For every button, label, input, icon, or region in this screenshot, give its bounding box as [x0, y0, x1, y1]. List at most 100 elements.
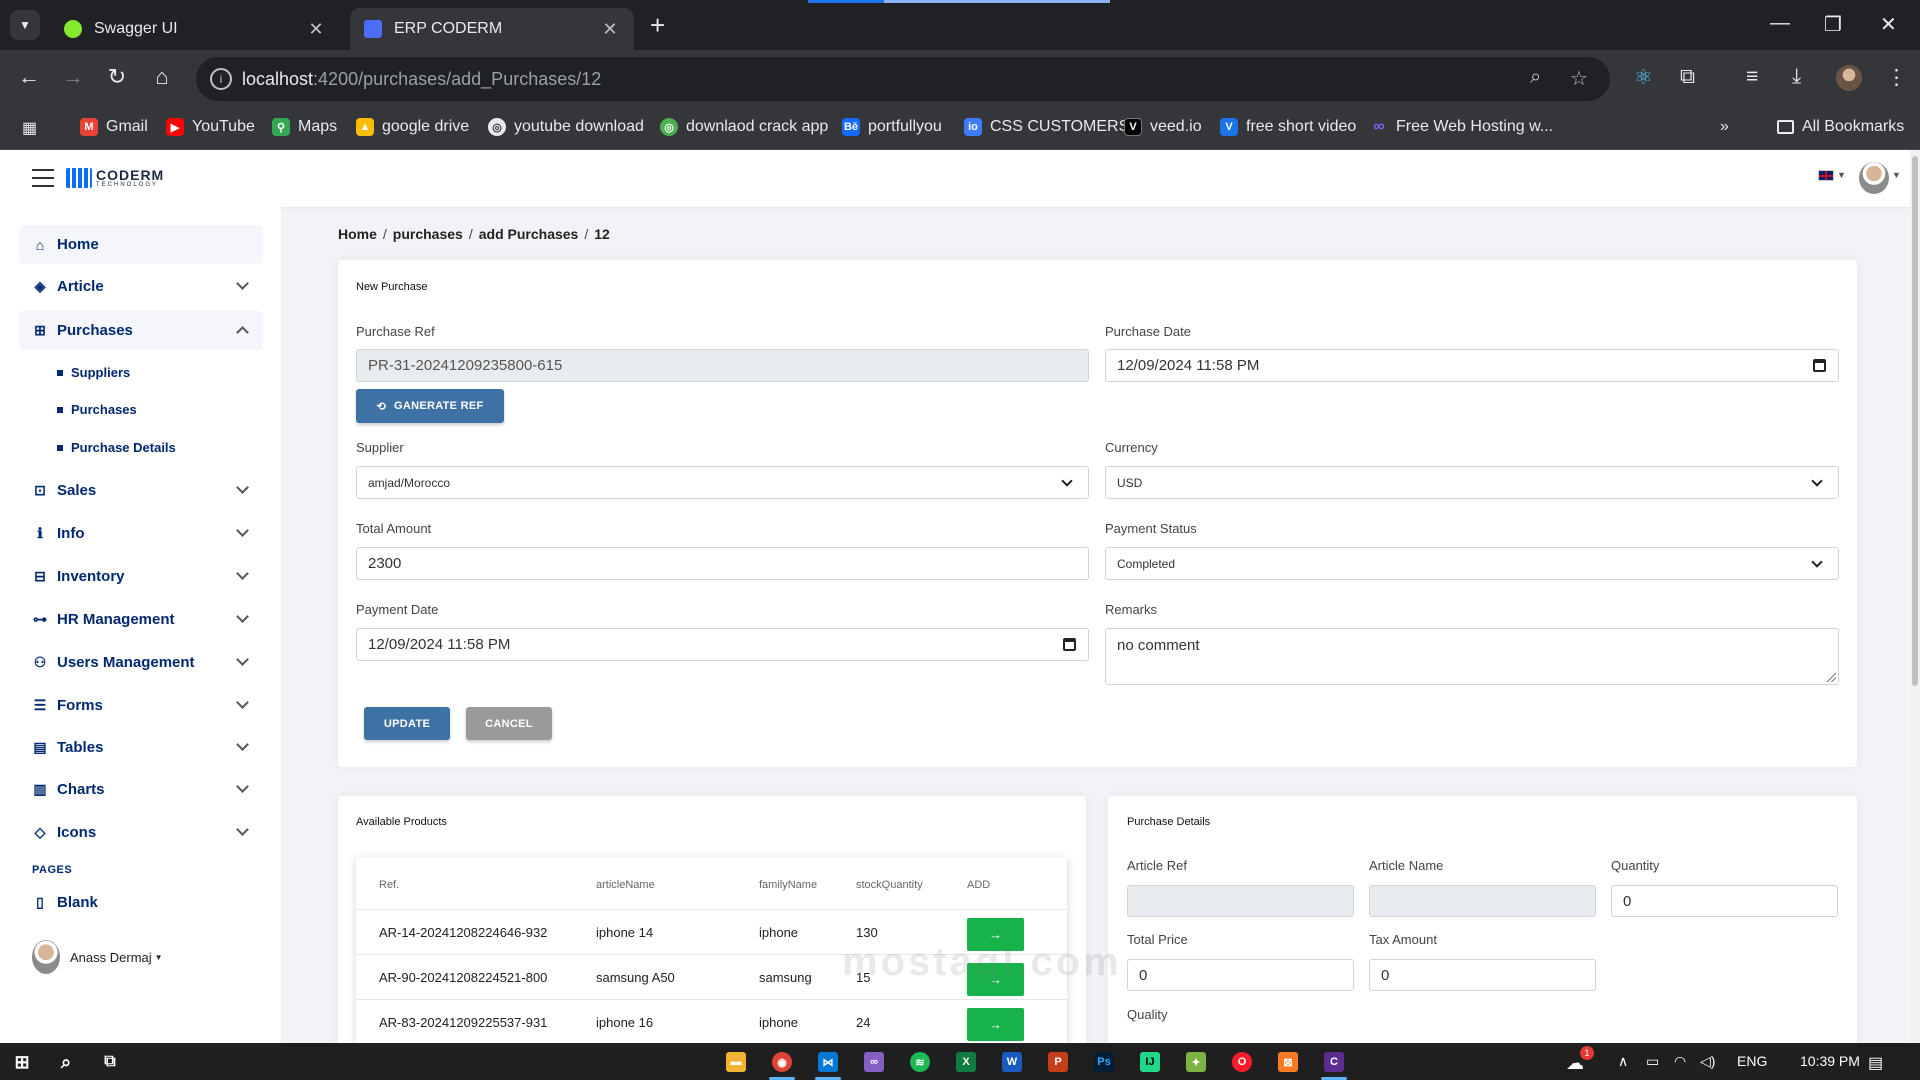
extensions-icon[interactable]: ⧉: [1680, 65, 1695, 89]
sidebar-item-sales[interactable]: ⊡ Sales: [19, 471, 263, 510]
bookmark-css-customers[interactable]: io CSS CUSTOMERS: [964, 118, 1129, 136]
sidebar-item-charts[interactable]: ▥ Charts: [19, 770, 263, 809]
download-icon[interactable]: ⤓: [1792, 65, 1801, 89]
back-icon[interactable]: ←: [14, 64, 44, 90]
extension-react-icon[interactable]: ⚛: [1634, 65, 1653, 90]
search-icon[interactable]: ⌕: [56, 1052, 76, 1072]
purchase-ref-input[interactable]: PR-31-20241209235800-615: [356, 349, 1089, 382]
tax-amount-input[interactable]: 0: [1369, 959, 1596, 991]
coderm-logo[interactable]: CODERM TECHNOLOGY: [66, 168, 164, 188]
xampp-icon[interactable]: ⊠: [1278, 1052, 1298, 1072]
total-amount-input[interactable]: 2300: [356, 547, 1089, 580]
currency-select[interactable]: USD: [1105, 466, 1839, 499]
generate-ref-button[interactable]: ⟲ GANERATE REF: [356, 389, 504, 423]
windows-start-icon[interactable]: ⊞: [12, 1052, 32, 1072]
uk-flag-icon[interactable]: [1818, 170, 1834, 181]
powerpoint-icon[interactable]: P: [1048, 1052, 1068, 1072]
payment-date-input[interactable]: 12/09/2024 11:58 PM: [356, 628, 1089, 661]
remarks-textarea[interactable]: no comment: [1105, 628, 1839, 685]
apps-grid-icon[interactable]: ▦: [22, 118, 37, 138]
close-tab-icon[interactable]: ✕: [306, 19, 326, 40]
quantity-input[interactable]: 0: [1611, 885, 1838, 917]
sidebar-item-purchases[interactable]: ⊞ Purchases: [19, 311, 263, 350]
all-bookmarks[interactable]: All Bookmarks: [1777, 118, 1904, 136]
sidebar-user[interactable]: Anass Dermaj ▼: [32, 940, 163, 974]
update-button[interactable]: UPDATE: [364, 707, 450, 740]
sidebar-item-home[interactable]: ⌂ Home: [19, 225, 263, 264]
sidebar-item-forms[interactable]: ☰ Forms: [19, 686, 263, 725]
hamburger-menu-icon[interactable]: [32, 169, 54, 187]
close-window-icon[interactable]: ✕: [1880, 12, 1897, 37]
browser-tab-erp[interactable]: ERP CODERM ✕: [350, 8, 634, 50]
article-ref-input[interactable]: [1127, 885, 1354, 917]
app-icon[interactable]: C: [1324, 1052, 1344, 1072]
tab-search-icon[interactable]: ▼: [10, 10, 40, 40]
bookmark-gmail[interactable]: M Gmail: [80, 118, 148, 136]
battery-icon[interactable]: ▭: [1646, 1053, 1659, 1070]
chrome-icon[interactable]: ◉: [772, 1052, 792, 1072]
calendar-icon[interactable]: [1813, 359, 1826, 372]
bookmark-free-short-video[interactable]: Vfree short video: [1220, 118, 1356, 136]
page-scrollbar[interactable]: [1910, 150, 1920, 1043]
bookmark-youtube-download[interactable]: ◎ youtube download: [488, 118, 644, 136]
bookmark-star-icon[interactable]: ☆: [1570, 66, 1588, 91]
sidebar-item-inventory[interactable]: ⊟ Inventory: [19, 557, 263, 596]
reload-icon[interactable]: ↻: [102, 64, 132, 90]
sidebar-subitem-purchase-details[interactable]: Purchase Details: [57, 440, 176, 455]
url-text[interactable]: localhost:4200/purchases/add_Purchases/1…: [242, 69, 601, 90]
wifi-icon[interactable]: ◠: [1674, 1053, 1686, 1070]
payment-status-select[interactable]: Completed: [1105, 547, 1839, 580]
bookmark-maps[interactable]: ⚲ Maps: [272, 118, 337, 136]
browser-tab-swagger[interactable]: Swagger UI ✕: [50, 8, 340, 50]
site-info-icon[interactable]: i: [210, 68, 232, 90]
bookmark-drive[interactable]: ▲ google drive: [356, 118, 469, 136]
scrollbar-thumb[interactable]: [1912, 156, 1918, 686]
breadcrumb-purchases[interactable]: purchases: [393, 226, 463, 242]
resize-handle-icon[interactable]: [1827, 673, 1836, 682]
sidebar-item-blank[interactable]: ▯ Blank: [19, 883, 263, 922]
clock[interactable]: 10:39 PM: [1800, 1053, 1860, 1069]
add-product-button[interactable]: →: [967, 1008, 1024, 1041]
jetbrains-icon[interactable]: IJ: [1140, 1052, 1160, 1072]
new-tab-button[interactable]: +: [650, 12, 665, 38]
excel-icon[interactable]: X: [956, 1052, 976, 1072]
file-explorer-icon[interactable]: ▬: [726, 1052, 746, 1072]
sidebar-subitem-suppliers[interactable]: Suppliers: [57, 365, 130, 380]
media-queue-icon[interactable]: ≡: [1746, 65, 1758, 89]
sidebar-item-hr-management[interactable]: ⊶ HR Management: [19, 600, 263, 639]
purchase-date-input[interactable]: 12/09/2024 11:58 PM: [1105, 349, 1839, 382]
volume-icon[interactable]: ◁): [1700, 1053, 1715, 1070]
photoshop-icon[interactable]: Ps: [1094, 1052, 1114, 1072]
bookmark-youtube[interactable]: ▶ YouTube: [166, 118, 255, 136]
close-tab-icon[interactable]: ✕: [600, 19, 620, 40]
sidebar-item-icons[interactable]: ◇ Icons: [19, 813, 263, 852]
bookmark-free-web-hosting[interactable]: ∞ Free Web Hosting w...: [1370, 118, 1553, 136]
breadcrumb-add-purchases[interactable]: add Purchases: [479, 226, 579, 242]
profile-avatar[interactable]: [1836, 65, 1862, 91]
zoom-icon[interactable]: ⌕: [1530, 66, 1541, 89]
supplier-select[interactable]: amjad/Morocco: [356, 466, 1089, 499]
forward-icon[interactable]: →: [58, 64, 88, 90]
sidebar-subitem-purchases[interactable]: Purchases: [57, 402, 137, 417]
opera-icon[interactable]: O: [1232, 1052, 1252, 1072]
home-icon[interactable]: ⌂: [147, 64, 177, 90]
app-icon[interactable]: ✦: [1186, 1052, 1206, 1072]
sidebar-item-info[interactable]: ℹ Info: [19, 514, 263, 553]
menu-kebab-icon[interactable]: ⋮: [1886, 65, 1907, 90]
sidebar-item-tables[interactable]: ▤ Tables: [19, 728, 263, 767]
visual-studio-icon[interactable]: ∞: [864, 1052, 884, 1072]
minimize-icon[interactable]: —: [1770, 12, 1790, 35]
breadcrumb-home[interactable]: Home: [338, 226, 377, 242]
article-name-input[interactable]: [1369, 885, 1596, 917]
notifications-icon[interactable]: ▤: [1868, 1053, 1883, 1073]
sidebar-item-article[interactable]: ◈ Article: [19, 267, 263, 306]
calendar-icon[interactable]: [1063, 638, 1076, 651]
more-bookmarks-icon[interactable]: »: [1720, 118, 1729, 136]
bookmark-portfullyou[interactable]: Bē portfullyou: [842, 118, 942, 136]
bookmark-crack-app[interactable]: ◎ downlaod crack app: [660, 118, 828, 136]
restore-icon[interactable]: ❐: [1824, 12, 1842, 37]
total-price-input[interactable]: 0: [1127, 959, 1354, 991]
task-view-icon[interactable]: ⧉: [100, 1052, 120, 1072]
user-avatar[interactable]: [1859, 162, 1889, 194]
address-bar[interactable]: i localhost:4200/purchases/add_Purchases…: [196, 57, 1610, 101]
